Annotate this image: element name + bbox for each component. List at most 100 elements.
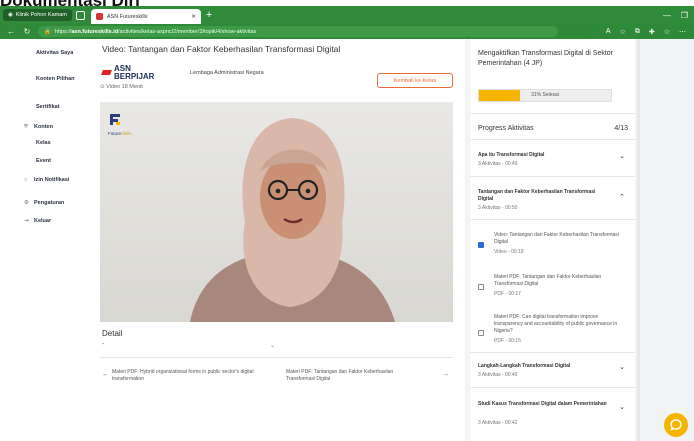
address-bar-icons: A ☆ ⧉ ✚ ☆ ⋯ <box>606 28 694 36</box>
module-title[interactable]: Langkah-Langkah Transformasi Digital <box>478 363 608 370</box>
sidebar-item-pengaturan[interactable]: ⚙ Pengaturan <box>24 199 64 207</box>
new-tab-icon[interactable]: + <box>206 9 212 21</box>
asn-berpijar-logo: ASN BERPIJAR <box>101 65 154 83</box>
sidebar-item-keluar[interactable]: ⇥ Keluar <box>24 217 51 225</box>
browser-tab-title: ASN Futureskills <box>106 13 148 20</box>
sidebar-item-konten[interactable]: ⛨ Konten <box>24 123 53 131</box>
prev-activity-link[interactable]: Materi PDF: Hybrid organizational forms … <box>112 369 262 383</box>
divider <box>470 113 635 114</box>
activity-checkbox[interactable] <box>478 284 484 290</box>
sidebar-item-label: Event <box>36 158 51 164</box>
institution-name: Lembaga Administrasi Negara <box>190 70 264 76</box>
lock-icon: 🔒 <box>44 28 51 35</box>
sidebar-item-label: Keluar <box>34 218 52 224</box>
sidebar-item-label: Kelas <box>36 140 51 146</box>
course-progress-panel: Mengaktifkan Transformasi Digital di Sek… <box>470 39 635 441</box>
activity-title[interactable]: Materi PDF: Can digital transformation i… <box>494 314 626 335</box>
course-title: Mengaktifkan Transformasi Digital di Sek… <box>478 50 613 67</box>
chevron-down-icon[interactable]: ⌄ <box>619 152 625 160</box>
tab-actions-icon[interactable] <box>75 10 85 20</box>
star-icon[interactable]: ☆ <box>620 28 626 36</box>
chevron-down-icon[interactable]: ⌄ <box>619 363 625 371</box>
page-content: Aktivitas Saya Konten Pilihan Sertifikat… <box>0 39 694 441</box>
logo-line-2: BERPIJAR <box>114 72 155 81</box>
back-arrow-icon[interactable]: ← <box>6 27 16 36</box>
activity-meta: Video - 00:18 <box>494 249 524 255</box>
puzzle-icon[interactable]: ✚ <box>649 28 655 36</box>
sidebar-item-aktivitas-saya[interactable]: Aktivitas Saya <box>36 49 76 57</box>
gear-icon: ⚙ <box>24 200 29 206</box>
module-title[interactable]: Tantangan dan Faktor Keberhasilan Transf… <box>478 189 608 203</box>
favicon-icon <box>95 13 103 20</box>
scrollbar[interactable] <box>637 39 640 441</box>
bookmark-icon[interactable]: ☆ <box>664 28 670 36</box>
maximize-icon[interactable]: ❐ <box>681 11 688 20</box>
futureskills-logo-icon <box>110 114 120 125</box>
browser-tab[interactable]: ASN Futureskills ✕ <box>90 9 201 24</box>
activity-title[interactable]: Video: Tantangan dan Faktor Keberhasilan… <box>494 232 626 246</box>
chevron-down-icon[interactable]: ⌄ <box>619 403 625 411</box>
divider <box>470 139 635 140</box>
chevron-down-icon[interactable]: ⌄ <box>270 342 275 349</box>
sidebar-item-label: Sertifikat <box>36 104 60 110</box>
url-field[interactable]: 🔒 https://asn.futureskills.id/activities… <box>38 26 558 37</box>
logout-icon: ⇥ <box>24 218 29 224</box>
video-brand-accent: Skills <box>121 131 132 136</box>
module-subtitle: 3 Aktivitas - 00:50 <box>478 205 518 211</box>
video-title: Video: Tantangan dan Faktor Keberhasilan… <box>102 44 341 54</box>
extension-icon[interactable]: ⧉ <box>635 28 640 36</box>
next-activity-link[interactable]: Materi PDF: Tantangan dan Faktor Keberha… <box>286 369 416 383</box>
sidebar-item-konten-pilihan[interactable]: Konten Pilihan <box>36 75 76 83</box>
module-subtitle: 3 Aktivitas - 00:49 <box>478 372 518 378</box>
chat-bubble-icon <box>670 419 682 431</box>
address-bar: ← ↻ 🔒 https://asn.futureskills.id/activi… <box>0 24 694 39</box>
activity-title[interactable]: Materi PDF: Tantangan dan Faktor Keberha… <box>494 274 626 288</box>
logo-mark <box>101 70 112 75</box>
sidebar-item-kelas[interactable]: Kelas <box>36 139 51 147</box>
main-panel: Video: Tantangan dan Faktor Keberhasilan… <box>90 39 465 441</box>
chevron-up-icon[interactable]: ⌃ <box>619 193 625 201</box>
sidebar-item-label: Aktivitas Saya <box>36 50 74 56</box>
divider <box>470 387 635 388</box>
sidebar-item-label: Konten <box>34 124 53 130</box>
divider <box>100 357 453 358</box>
sidebar-item-sertifikat[interactable]: Sertifikat <box>36 103 60 111</box>
module-title[interactable]: Apa itu Transformasi Digital <box>478 152 608 159</box>
browser-window: ◉ Klinik Pohon Kamam ASN Futureskills ✕ … <box>0 6 694 441</box>
activity-checkbox[interactable] <box>478 242 484 248</box>
sidebar-item-label: Izin Notifikasi <box>34 177 70 183</box>
presenter-image <box>190 118 395 322</box>
video-meta: ⊙ Video 18 Menit <box>100 84 143 90</box>
module-subtitle: 3 Aktivitas - 00:42 <box>478 420 518 426</box>
sidebar: Aktivitas Saya Konten Pilihan Sertifikat… <box>0 39 90 441</box>
sidebar-item-label: Pengaturan <box>34 200 65 206</box>
divider <box>470 219 635 220</box>
module-title[interactable]: Studi Kasus Transformasi Digital dalam P… <box>478 401 608 408</box>
activity-checkbox[interactable] <box>478 330 484 336</box>
profile-pill[interactable]: ◉ Klinik Pohon Kamam <box>3 9 72 21</box>
video-brand-name: Future <box>108 131 122 136</box>
translate-icon[interactable]: A <box>606 28 611 36</box>
menu-icon[interactable]: ⋯ <box>679 28 686 36</box>
shield-icon: ⛨ <box>24 124 29 130</box>
url-prefix: https:// <box>54 28 72 35</box>
tab-bar: ◉ Klinik Pohon Kamam ASN Futureskills ✕ … <box>0 6 694 24</box>
prev-arrow-icon[interactable]: ← <box>102 371 109 378</box>
divider <box>470 176 635 177</box>
reload-icon[interactable]: ↻ <box>22 27 32 36</box>
chat-button[interactable] <box>664 413 688 437</box>
module-subtitle: 3 Aktivitas - 00:49 <box>478 161 518 167</box>
minimize-icon[interactable]: — <box>663 11 671 20</box>
sidebar-item-event[interactable]: Event <box>36 157 51 165</box>
video-meta-text: Video 18 Menit <box>106 84 143 90</box>
sidebar-item-izin-notifikasi[interactable]: ○ Izin Notifikasi <box>24 176 70 184</box>
course-progress-bar: 31% Selesai <box>478 89 612 102</box>
next-arrow-icon[interactable]: → <box>442 371 449 378</box>
activity-meta: PDF - 00:15 <box>494 338 521 344</box>
video-brand-text: FutureSkills <box>108 131 132 136</box>
bell-icon: ○ <box>24 177 28 183</box>
video-player[interactable]: FutureSkills <box>100 102 453 322</box>
activity-meta: PDF - 00:17 <box>494 291 521 297</box>
back-to-class-button[interactable]: Kembali ke Kelas <box>377 73 453 88</box>
close-icon[interactable]: ✕ <box>191 14 196 20</box>
